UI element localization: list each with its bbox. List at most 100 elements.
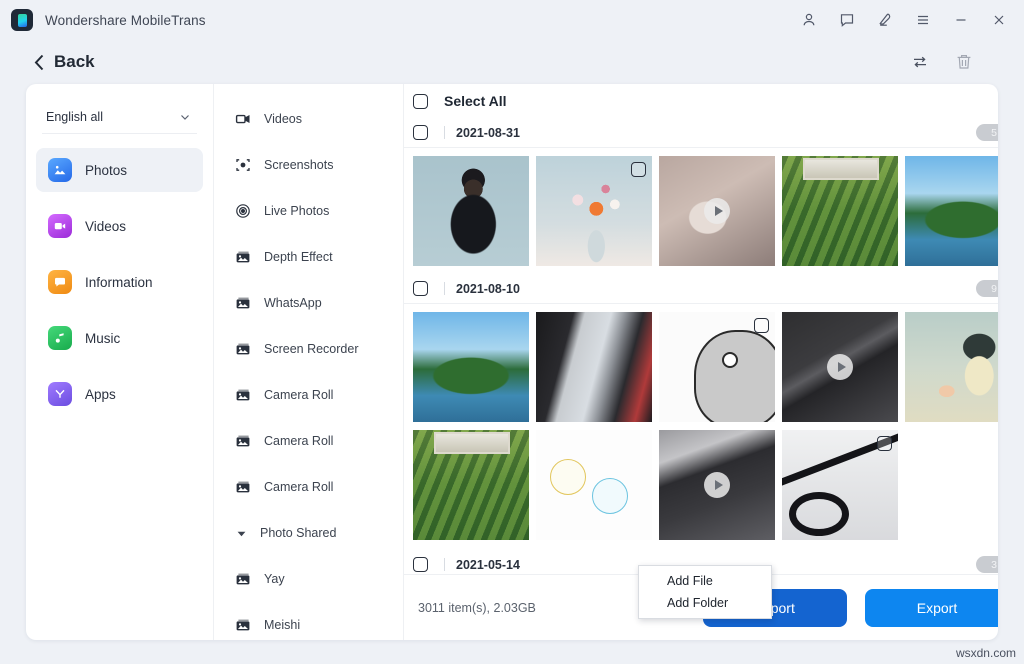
album-item-camera-roll-3[interactable]: Camera Roll (214, 464, 403, 510)
account-icon[interactable] (790, 3, 828, 37)
music-icon (48, 326, 72, 350)
thumbnail-item[interactable] (413, 430, 529, 540)
photo-stack-icon (234, 340, 252, 358)
thumbnail-checkbox[interactable] (877, 436, 892, 451)
album-item-live-photos[interactable]: Live Photos (214, 188, 403, 234)
album-item-yay[interactable]: Yay (214, 556, 403, 602)
photos-icon (48, 158, 72, 182)
sidebar-item-photos[interactable]: Photos (36, 148, 203, 192)
album-item-whatsapp[interactable]: WhatsApp (214, 280, 403, 326)
sidebar-item-information[interactable]: Information (36, 260, 203, 304)
sidebar-item-music[interactable]: Music (36, 316, 203, 360)
export-button[interactable]: Export (865, 589, 998, 627)
title-bar: Wondershare MobileTrans (0, 0, 1024, 40)
album-label: Screen Recorder (264, 342, 359, 356)
date-group-checkbox[interactable] (413, 557, 428, 572)
thumbnail-item[interactable] (659, 312, 775, 422)
trash-icon[interactable] (952, 50, 976, 74)
thumbnail-item[interactable] (905, 312, 998, 422)
album-label: Depth Effect (264, 250, 333, 264)
thumbnail-item[interactable] (536, 430, 652, 540)
sidebar-label: Information (85, 275, 153, 290)
play-icon (827, 354, 853, 380)
play-icon (704, 472, 730, 498)
thumbnail-row (404, 422, 998, 540)
chevron-down-icon (232, 524, 250, 542)
thumbnail-item[interactable] (413, 312, 529, 422)
album-label: Meishi (264, 618, 300, 632)
album-item-meishi[interactable]: Meishi (214, 602, 403, 640)
album-item-videos[interactable]: Videos (214, 96, 403, 142)
thumbnail-row (404, 148, 998, 266)
apps-icon (48, 382, 72, 406)
thumbnail-item-video[interactable] (659, 430, 775, 540)
thumbnail-item-video[interactable] (659, 156, 775, 266)
close-icon[interactable] (980, 3, 1018, 37)
sidebar-label: Music (85, 331, 120, 346)
select-all-row[interactable]: Select All (404, 84, 998, 118)
date-group-checkbox[interactable] (413, 281, 428, 296)
minimize-icon[interactable] (942, 3, 980, 37)
edit-icon[interactable] (866, 3, 904, 37)
back-label: Back (54, 52, 95, 72)
thumbnail-checkbox[interactable] (754, 318, 769, 333)
thumbnail-checkbox[interactable] (631, 162, 646, 177)
album-group-label: Photo Shared (260, 526, 336, 540)
application-window: Wondershare MobileTrans (0, 0, 1024, 664)
context-menu: Add File Add Folder (638, 565, 772, 619)
feedback-icon[interactable] (828, 3, 866, 37)
refresh-icon[interactable] (908, 50, 932, 74)
album-label: Live Photos (264, 204, 329, 218)
thumbnail-item[interactable] (536, 156, 652, 266)
date-group-header[interactable]: 2021-08-10 9 (404, 274, 998, 304)
chevron-down-icon (179, 111, 191, 123)
date-group-header[interactable]: 2021-08-31 5 (404, 118, 998, 148)
back-bar-tools (908, 50, 1024, 74)
date-group-label: 2021-08-10 (456, 282, 520, 296)
album-item-screenshots[interactable]: Screenshots (214, 142, 403, 188)
photo-stack-icon (234, 432, 252, 450)
thumbnail-item[interactable] (905, 156, 998, 266)
main-card: English all Photos Videos (26, 84, 998, 640)
album-group-photo-shared[interactable]: Photo Shared (214, 510, 403, 556)
photo-stack-icon (234, 478, 252, 496)
window-controls (790, 3, 1024, 37)
videos-icon (48, 214, 72, 238)
gallery-scroll-area[interactable]: Select All 2021-08-31 5 (404, 84, 998, 574)
back-bar: Back (0, 40, 1024, 84)
thumbnail-item-video[interactable] (782, 312, 898, 422)
album-item-camera-roll-2[interactable]: Camera Roll (214, 418, 403, 464)
album-item-depth-effect[interactable]: Depth Effect (214, 234, 403, 280)
gallery-panel: Select All 2021-08-31 5 (404, 84, 998, 640)
information-icon (48, 270, 72, 294)
sidebar-item-apps[interactable]: Apps (36, 372, 203, 416)
thumbnail-item[interactable] (782, 430, 898, 540)
sidebar-label: Apps (85, 387, 116, 402)
album-label: Yay (264, 572, 285, 586)
thumbnail-item[interactable] (782, 156, 898, 266)
language-select-value: English all (46, 110, 103, 124)
album-label: Camera Roll (264, 434, 333, 448)
select-all-checkbox[interactable] (413, 94, 428, 109)
thumbnail-item[interactable] (536, 312, 652, 422)
date-group-label: 2021-05-14 (456, 558, 520, 572)
album-list: Videos Screenshots Live Photos Depth Eff… (214, 84, 404, 640)
sidebar-item-videos[interactable]: Videos (36, 204, 203, 248)
photo-stack-icon (234, 386, 252, 404)
album-label: Screenshots (264, 158, 333, 172)
date-group-checkbox[interactable] (413, 125, 428, 140)
back-button[interactable]: Back (34, 52, 95, 72)
album-item-camera-roll-1[interactable]: Camera Roll (214, 372, 403, 418)
thumbnail-item[interactable] (413, 156, 529, 266)
app-title: Wondershare MobileTrans (45, 13, 206, 28)
language-select[interactable]: English all (42, 100, 197, 134)
play-icon (704, 198, 730, 224)
video-camera-icon (234, 110, 252, 128)
sidebar-label: Photos (85, 163, 127, 178)
album-item-screen-recorder[interactable]: Screen Recorder (214, 326, 403, 372)
live-photo-icon (234, 202, 252, 220)
context-menu-item-add-folder[interactable]: Add Folder (639, 592, 771, 614)
select-all-label: Select All (444, 93, 507, 109)
context-menu-item-add-file[interactable]: Add File (639, 570, 771, 592)
menu-icon[interactable] (904, 3, 942, 37)
